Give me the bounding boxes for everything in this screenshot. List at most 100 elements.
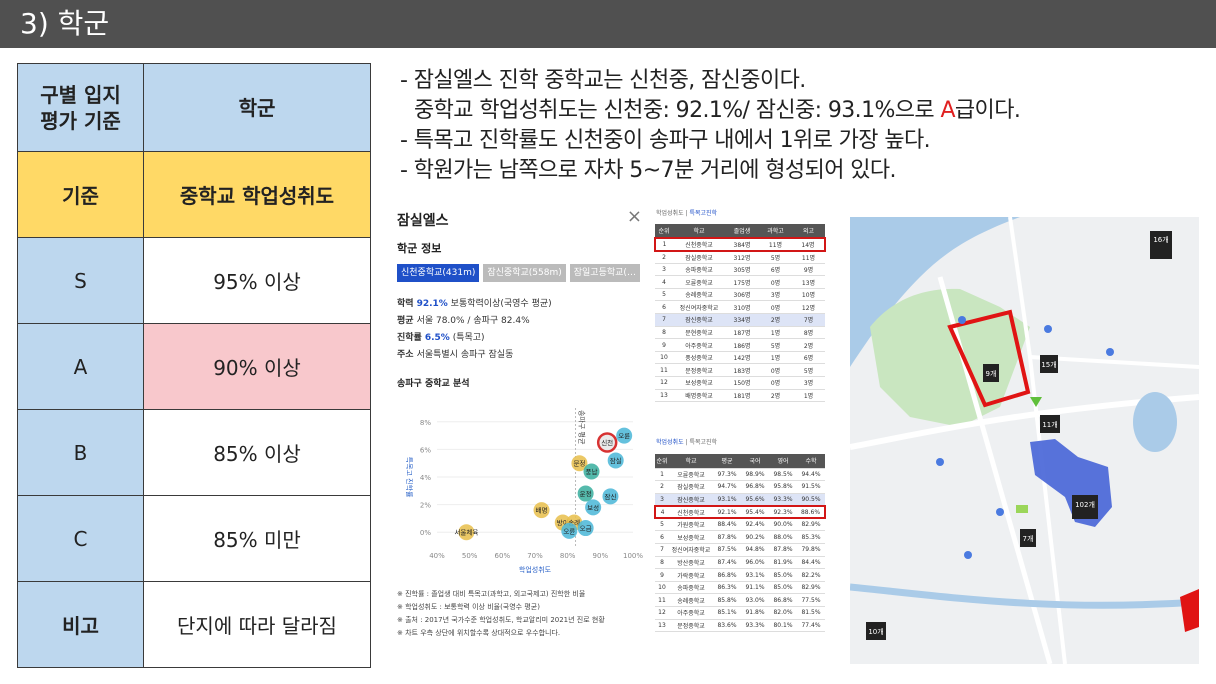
- x-tick-label: 80%: [560, 552, 576, 560]
- table-cell: 175명: [725, 275, 759, 289]
- table-row: 11 송례중학교 85.8% 93.0% 86.8% 77.5%: [655, 593, 825, 608]
- table-cell: 6명: [792, 351, 825, 365]
- criteria-header-value: 학군: [143, 63, 371, 152]
- table-cell: 가원중학교: [669, 518, 713, 532]
- tab-school-1[interactable]: 신천중학교(431m): [397, 264, 480, 282]
- count-102: 102개: [1075, 500, 1095, 509]
- table-cell: 7: [655, 313, 673, 327]
- table-cell: 82.0%: [769, 606, 797, 620]
- table-cell: 4: [654, 504, 669, 520]
- table-cell: 정신여자중학교: [669, 543, 713, 557]
- table-cell: 2명: [759, 389, 792, 403]
- table-cell: 오륜중학교: [669, 468, 713, 482]
- grade-highlight: A: [940, 98, 955, 123]
- address-value: 서울특별시 송파구 잠실동: [416, 350, 514, 360]
- table-row: 4 신천중학교 92.1% 95.4% 92.3% 88.6%: [654, 504, 826, 520]
- table-row: 12 보성중학교 150명 0명 3명: [655, 376, 825, 390]
- bullet-3: - 학원가는 남쪽으로 자차 5~7분 거리에 형성되어 있다.: [400, 158, 897, 183]
- rank-tab-1-other[interactable]: 학업성취도: [656, 210, 684, 217]
- table-cell: 305명: [725, 263, 759, 277]
- criteria-standard-label: 기준: [17, 151, 144, 238]
- x-tick-label: 90%: [593, 552, 609, 560]
- achievement-desc: 보통학력이상(국영수 평균): [450, 299, 552, 309]
- table-cell: 334명: [725, 313, 759, 327]
- grade-label: A: [17, 323, 144, 410]
- table-cell: 77.5%: [797, 593, 825, 608]
- table-row: 2 잠실중학교 94.7% 96.8% 95.8% 91.5%: [655, 480, 825, 494]
- rank-tab-2-active[interactable]: 학업성취도: [656, 439, 684, 446]
- table-row: 3 송파중학교 305명 6명 9명: [655, 263, 825, 277]
- table-row: 2 잠실중학교 312명 5명 11명: [655, 250, 825, 264]
- table-cell: 95.6%: [741, 493, 769, 507]
- rank-table-advancement: 순위 학교 졸업생 과학고 외고 1 신천중학교 384명 11명 14명 2 잠실중학교 312명 5명…: [654, 224, 826, 403]
- criteria-header-row: 구별 입지 평가 기준 학군: [17, 63, 371, 152]
- count-11: 11개: [1042, 420, 1057, 429]
- close-icon[interactable]: ×: [627, 206, 642, 227]
- table-cell: 81.9%: [769, 556, 797, 570]
- table-cell: 5명: [792, 363, 825, 378]
- table-cell: 8: [655, 556, 669, 570]
- panel-title: 잠실엘스: [397, 213, 449, 229]
- table-cell: 문현중학교: [673, 326, 725, 340]
- table-cell: 12명: [792, 300, 825, 315]
- count-10: 10개: [868, 627, 883, 636]
- rank-tabs-1: 학업성취도 | 특목고진학: [656, 210, 718, 217]
- advancement-value: 6.5%: [424, 333, 450, 343]
- bullet-1-cont: 중학교 학업성취도는 신천중: 92.1%/ 잠신중: 93.1%으로 A급이다…: [400, 96, 1190, 126]
- table-cell: 96.8%: [741, 480, 769, 494]
- table-cell: 85.0%: [769, 581, 797, 595]
- table-cell: 4: [655, 275, 673, 289]
- table-row: 7 잠신중학교 334명 2명 7명: [655, 313, 825, 327]
- rank-header-cell: 졸업생: [725, 224, 759, 239]
- school-marker-icon: [936, 458, 944, 466]
- table-cell: 2: [655, 250, 673, 264]
- point-label: 운정: [580, 489, 592, 498]
- table-cell: 187명: [725, 326, 759, 340]
- tab-school-3[interactable]: 잠일고등학교(…: [569, 264, 640, 282]
- table-cell: 95.8%: [769, 480, 797, 494]
- table-cell: 8명: [792, 326, 825, 340]
- school-marker-icon: [1106, 348, 1114, 356]
- point-label: 문정: [573, 459, 585, 468]
- table-cell: 98.5%: [769, 468, 797, 482]
- table-cell: 85.1%: [713, 606, 741, 620]
- table-cell: 312명: [725, 250, 759, 264]
- table-cell: 아주중학교: [669, 606, 713, 620]
- table-cell: 150명: [725, 376, 759, 390]
- area-map[interactable]: 16개 15개 9개 11개 102개 7개 10개: [850, 217, 1199, 664]
- tab-school-2[interactable]: 잠신중학교(558m): [483, 264, 566, 282]
- bullet-1-cont-end: 급이다.: [954, 98, 1021, 123]
- y-tick-label: 6%: [420, 446, 431, 454]
- table-cell: 7명: [792, 313, 825, 327]
- table-cell: 84.4%: [797, 556, 825, 570]
- y-axis-label: 특목고 진학률: [405, 457, 414, 498]
- school-marker-icon: [996, 508, 1004, 516]
- note-1: ※ 진학률 : 졸업생 대비 특목고(과학고, 외고국제고) 진학한 비율: [397, 590, 586, 598]
- table-cell: 183명: [725, 363, 759, 378]
- table-cell: 3: [655, 263, 673, 277]
- table-cell: 14명: [792, 237, 826, 252]
- table-cell: 94.7%: [713, 480, 741, 494]
- table-cell: 5: [655, 288, 673, 302]
- table-cell: 10명: [792, 288, 825, 302]
- table-row: 13 문정중학교 83.6% 93.3% 80.1% 77.4%: [655, 619, 825, 633]
- rank-tab-1-active[interactable]: 특목고진학: [689, 210, 717, 217]
- table-cell: 85.0%: [769, 568, 797, 582]
- table-cell: 보성중학교: [669, 530, 713, 545]
- point-label: 잠신: [604, 492, 616, 501]
- table-cell: 13: [655, 619, 669, 633]
- y-tick-label: 8%: [420, 419, 431, 427]
- table-cell: 잠신중학교: [673, 313, 725, 327]
- point-label: 보성: [587, 503, 599, 512]
- table-row: 8 방산중학교 87.4% 96.0% 81.9% 84.4%: [655, 556, 825, 570]
- rank-table-achievement: 순위 학교 평균 국어 영어 수학 1 오륜중학교 97.3% 98.9% 98.5% 94.4% 2 잠…: [654, 454, 826, 633]
- table-row: 13 배명중학교 181명 2명 1명: [655, 389, 825, 403]
- table-cell: 5명: [759, 338, 792, 352]
- table-cell: 13명: [792, 275, 825, 289]
- grade-value: 85% 미만: [143, 495, 371, 582]
- table-cell: 0명: [759, 376, 792, 390]
- rank-header-row: 순위 학교 졸업생 과학고 외고: [655, 224, 825, 239]
- rank-tab-2-other[interactable]: 특목고진학: [689, 439, 717, 446]
- rank-header-cell: 수학: [797, 454, 825, 469]
- advancement-label: 진학률: [397, 333, 422, 343]
